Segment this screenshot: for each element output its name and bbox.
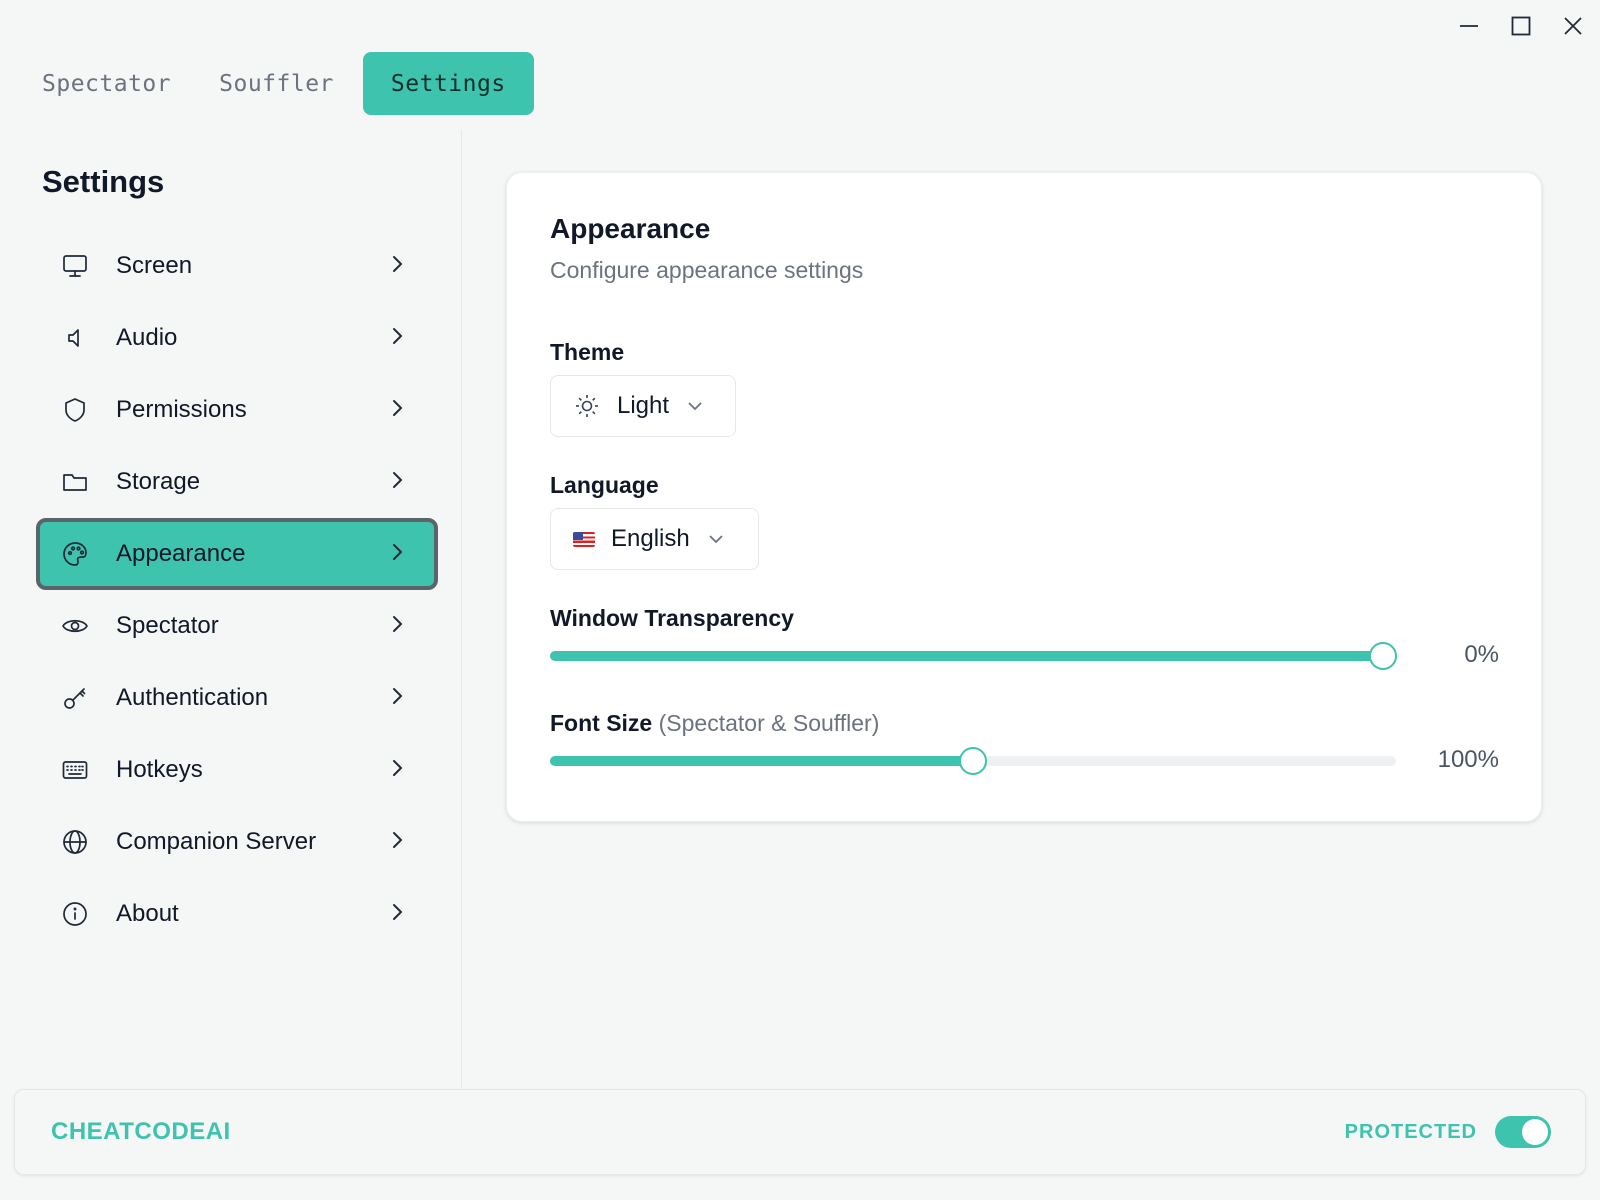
close-button[interactable] [1558,8,1588,44]
sidebar-nav: Screen Audio Permissions Storage Appeara… [36,230,438,950]
transparency-label: Window Transparency [550,605,794,631]
slider-fill [550,756,973,766]
font-size-label-text: Font Size [550,710,653,736]
language-label: Language [550,472,659,498]
sidebar: Settings Screen Audio Permissions Storag… [0,130,462,1088]
transparency-slider[interactable] [550,642,1398,670]
language-select[interactable]: English [550,508,759,570]
sidebar-item-permissions[interactable]: Permissions [36,374,438,446]
sidebar-item-authentication[interactable]: Authentication [36,662,438,734]
sidebar-item-label: Screen [116,252,193,279]
slider-thumb[interactable] [959,747,987,775]
tab-settings[interactable]: Settings [362,52,534,115]
minimize-button[interactable] [1454,8,1484,44]
info-icon [60,899,90,929]
sidebar-item-screen[interactable]: Screen [36,230,438,302]
chevron-right-icon [386,829,408,856]
palette-icon [60,539,90,569]
sidebar-item-label: Storage [116,468,201,495]
us-flag-icon [573,531,595,547]
sidebar-title: Settings [42,164,165,199]
folder-icon [60,467,90,497]
sidebar-item-spectator[interactable]: Spectator [36,590,438,662]
sun-icon [576,395,598,417]
top-tabs: Spectator Souffler Settings [23,52,534,115]
brand-logo-text: CHEATCODEAI [51,1118,231,1145]
chevron-right-icon [386,757,408,784]
chevron-right-icon [386,325,408,352]
chevron-right-icon [386,469,408,496]
chevron-down-icon [709,535,723,544]
language-value: English [611,525,690,552]
theme-select[interactable]: Light [550,375,736,437]
sidebar-item-audio[interactable]: Audio [36,302,438,374]
chevron-right-icon [386,397,408,424]
monitor-icon [60,251,90,281]
chevron-right-icon [386,901,408,928]
key-icon [60,683,90,713]
sidebar-item-appearance[interactable]: Appearance [36,518,438,590]
font-size-value: 100% [1437,746,1499,773]
window-controls [1454,8,1588,44]
chevron-right-icon [386,685,408,712]
shield-icon [60,395,90,425]
theme-label: Theme [550,339,625,365]
sidebar-item-label: About [116,900,179,927]
footer-bar: CHEATCODEAI PROTECTED [14,1089,1586,1175]
panel-subtitle: Configure appearance settings [550,257,864,283]
speaker-icon [60,323,90,353]
font-size-label: Font Size (Spectator & Souffler) [550,710,879,737]
panel-title: Appearance [550,213,711,244]
sidebar-item-about[interactable]: About [36,878,438,950]
font-size-slider[interactable] [550,747,1396,775]
slider-fill [550,651,1384,661]
sidebar-item-companion-server[interactable]: Companion Server [36,806,438,878]
chevron-right-icon [386,613,408,640]
font-size-label-suffix: (Spectator & Souffler) [658,710,880,736]
toggle-knob [1522,1119,1548,1145]
sidebar-item-hotkeys[interactable]: Hotkeys [36,734,438,806]
keyboard-icon [60,755,90,785]
tab-spectator[interactable]: Spectator [23,52,190,115]
chevron-right-icon [386,253,408,280]
slider-thumb[interactable] [1369,642,1398,670]
transparency-value: 0% [1464,641,1499,668]
sidebar-item-label: Companion Server [116,828,317,855]
sidebar-item-label: Hotkeys [116,756,203,783]
tab-souffler[interactable]: Souffler [200,52,353,115]
chevron-down-icon [688,402,702,411]
theme-value: Light [617,392,670,419]
sidebar-item-label: Spectator [116,612,219,639]
protected-label: PROTECTED [1344,1121,1477,1143]
close-icon [1564,17,1582,35]
sidebar-item-storage[interactable]: Storage [36,446,438,518]
minimize-icon [1460,25,1478,27]
globe-icon [60,827,90,857]
appearance-card: Appearance Configure appearance settings… [506,172,1542,822]
eye-icon [60,611,90,641]
chevron-right-icon [386,541,408,568]
sidebar-item-label: Authentication [116,684,269,711]
maximize-button[interactable] [1506,8,1536,44]
sidebar-item-label: Permissions [116,396,247,423]
sidebar-item-label: Appearance [116,540,246,567]
maximize-icon [1511,16,1531,36]
protected-toggle[interactable] [1495,1116,1551,1148]
sidebar-item-label: Audio [116,324,178,351]
